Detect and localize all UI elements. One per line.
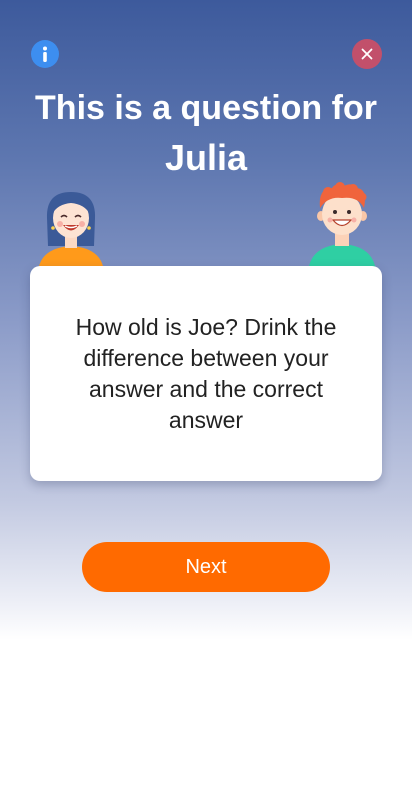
title-line: This is a question for xyxy=(35,89,377,127)
next-button[interactable]: Next xyxy=(82,542,330,592)
page-title: This is a question for Julia xyxy=(0,84,412,184)
question-text: How old is Joe? Drink the difference bet… xyxy=(75,313,337,433)
question-card: How old is Joe? Drink the difference bet… xyxy=(30,266,382,481)
close-icon xyxy=(361,48,373,60)
info-icon xyxy=(43,46,47,62)
close-button[interactable] xyxy=(352,39,382,69)
boy-avatar xyxy=(308,182,376,272)
player-name: Julia xyxy=(164,137,248,178)
info-button[interactable] xyxy=(31,40,59,68)
girl-avatar xyxy=(38,192,104,272)
